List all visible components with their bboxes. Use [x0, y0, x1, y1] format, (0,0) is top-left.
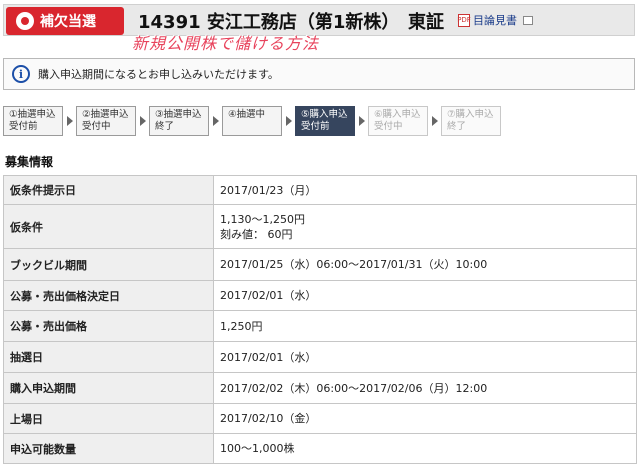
- row-label: 申込可能数量: [3, 433, 214, 464]
- step-arrow-icon: [136, 106, 149, 136]
- row-label: 抽選日: [3, 341, 214, 373]
- notice-text: 購入申込期間になるとお申し込みいただけます。: [38, 68, 279, 81]
- row-value-line: 刻み値： 60円: [220, 227, 293, 241]
- offering-info-table: 仮条件提示日 2017/01/23（月） 仮条件 1,130～1,250円 刻み値： 6…: [3, 175, 637, 464]
- table-row: 購入申込期間 2017/02/02（木）06:00～2017/02/06（月）12…: [3, 372, 637, 404]
- market-label: 東証: [408, 12, 444, 33]
- table-row: 上場日 2017/02/10（金）: [3, 403, 637, 434]
- step-2: ②抽選申込 受付中: [76, 106, 136, 136]
- table-row: 申込可能数量 100～1,000株: [3, 433, 637, 464]
- row-value: 2017/02/01（水）: [213, 341, 637, 373]
- step-5: ⑤購入申込 受付前: [295, 106, 355, 136]
- status-badge: 補欠当選: [6, 7, 124, 35]
- external-window-icon: [523, 15, 533, 25]
- row-value: 2017/01/25（水）06:00～2017/01/31（火）10:00: [213, 248, 637, 281]
- table-row: 公募・売出価格 1,250円: [3, 310, 637, 342]
- row-label: 購入申込期間: [3, 372, 214, 404]
- section-title: 募集情報: [5, 155, 54, 169]
- status-badge-label: 補欠当選: [40, 14, 96, 30]
- step-arrow-icon: [209, 106, 222, 136]
- row-label: 公募・売出価格: [3, 310, 214, 342]
- table-row: 抽選日 2017/02/01（水）: [3, 341, 637, 373]
- pin-icon: [16, 12, 34, 30]
- row-value: 1,130～1,250円 刻み値： 60円: [213, 204, 637, 249]
- row-value-line: 2017/02/01（水）: [220, 289, 317, 302]
- row-value-line: 2017/02/02（木）06:00～2017/02/06（月）12:00: [220, 381, 488, 395]
- progress-steps: ①抽選申込 受付前 ②抽選申込 受付中 ③抽選申込 終了 ④抽選中 ⑤購入申込 受付前 ⑥…: [3, 105, 501, 137]
- row-value-line: 2017/02/01（水）: [220, 350, 317, 364]
- page-header: 補欠当選 14391 安江工務店（第1新株） 東証 PDF 目論見書 新規公開株…: [0, 0, 640, 56]
- row-value: 2017/02/10（金）: [213, 403, 637, 434]
- table-row: 仮条件提示日 2017/01/23（月）: [3, 175, 637, 205]
- row-value-line: 2017/01/25（水）06:00～2017/01/31（火）10:00: [220, 258, 488, 271]
- step-7: ⑦購入申込 終了: [441, 106, 501, 136]
- prospectus-link-label: 目論見書: [473, 14, 517, 27]
- table-row: 仮条件 1,130～1,250円 刻み値： 60円: [3, 204, 637, 249]
- step-arrow-icon: [282, 106, 295, 136]
- row-label: 公募・売出価格決定日: [3, 280, 214, 311]
- row-value-line: 1,250円: [220, 319, 263, 333]
- info-icon: i: [12, 65, 30, 83]
- overlay-watermark: 新規公開株で儲ける方法: [132, 34, 320, 53]
- row-value-line: 2017/02/10（金）: [220, 412, 317, 425]
- prospectus-link[interactable]: PDF 目論見書: [457, 12, 533, 28]
- row-value: 2017/02/01（水）: [213, 280, 637, 311]
- step-3: ③抽選申込 終了: [149, 106, 209, 136]
- row-label: 仮条件提示日: [3, 175, 214, 205]
- table-row: ブックビル期間 2017/01/25（水）06:00～2017/01/31（火）1…: [3, 248, 637, 281]
- row-label: 上場日: [3, 403, 214, 434]
- row-value: 2017/02/02（木）06:00～2017/02/06（月）12:00: [213, 372, 637, 404]
- row-value: 100～1,000株: [213, 433, 637, 464]
- step-arrow-icon: [428, 106, 441, 136]
- step-4: ④抽選中: [222, 106, 282, 136]
- step-1: ①抽選申込 受付前: [3, 106, 63, 136]
- row-value-line: 1,130～1,250円: [220, 212, 305, 226]
- row-label: 仮条件: [3, 204, 214, 249]
- pdf-icon: PDF: [457, 13, 471, 27]
- table-row: 公募・売出価格決定日 2017/02/01（水）: [3, 280, 637, 311]
- step-6: ⑥購入申込 受付中: [368, 106, 428, 136]
- row-label: ブックビル期間: [3, 248, 214, 281]
- row-value-line: 2017/01/23（月）: [220, 183, 317, 197]
- step-arrow-icon: [63, 106, 76, 136]
- row-value: 1,250円: [213, 310, 637, 342]
- step-arrow-icon: [355, 106, 368, 136]
- notice-box: i 購入申込期間になるとお申し込みいただけます。: [3, 58, 635, 90]
- row-value-line: 100～1,000株: [220, 442, 295, 455]
- row-value: 2017/01/23（月）: [213, 175, 637, 205]
